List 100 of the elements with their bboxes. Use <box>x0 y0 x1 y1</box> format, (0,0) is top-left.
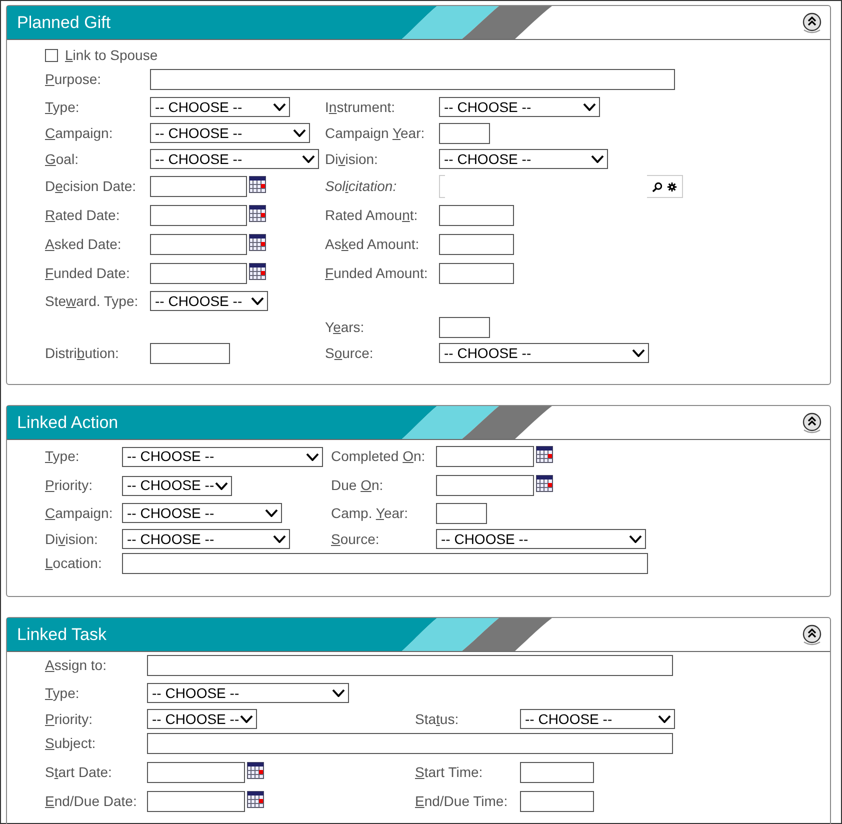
field-label: Steward. Type: <box>45 292 138 308</box>
field-label: Subject: <box>45 735 96 752</box>
caret-icon[interactable] <box>240 715 253 723</box>
text-field[interactable] <box>150 69 675 90</box>
field-label: Source: <box>331 530 380 546</box>
field-label: Years: <box>325 318 364 334</box>
dropdown[interactable]: -- CHOOSE -- <box>122 529 290 549</box>
field-label: End/Due Time: <box>415 793 508 809</box>
text-field[interactable] <box>520 762 594 783</box>
dropdown[interactable]: -- CHOOSE -- <box>150 97 290 117</box>
field-label: Priority: <box>45 477 92 493</box>
field-label: Solicitation: <box>325 178 397 194</box>
field-label: Camp. Year: <box>331 504 408 520</box>
date-field[interactable] <box>150 263 247 284</box>
dropdown[interactable]: -- CHOOSE -- <box>520 709 675 729</box>
field-label: Source: <box>325 344 374 360</box>
collapse-button[interactable] <box>802 12 822 34</box>
dropdown[interactable]: -- CHOOSE -- <box>150 149 319 169</box>
field-label: End/Due Date: <box>45 793 137 809</box>
field-label: Assign to: <box>45 657 106 674</box>
date-field[interactable] <box>147 791 245 812</box>
field-label: Campaign Year: <box>325 124 425 140</box>
dropdown[interactable]: -- CHOOSE -- <box>122 476 232 496</box>
caret-icon[interactable] <box>629 535 642 543</box>
collapse-button[interactable] <box>802 624 822 646</box>
calendar-icon[interactable] <box>536 446 553 463</box>
dropdown[interactable]: -- CHOOSE -- <box>147 709 257 729</box>
dropdown[interactable]: -- CHOOSE -- <box>436 529 646 549</box>
field-label: Rated Amount: <box>325 207 418 223</box>
dropdown[interactable]: -- CHOOSE -- <box>439 97 600 117</box>
field-label: Type: <box>45 98 80 114</box>
field-label: Funded Amount: <box>325 265 428 281</box>
caret-icon[interactable] <box>591 155 604 163</box>
caret-icon[interactable] <box>265 509 278 517</box>
field-label: Campaign: <box>45 124 113 140</box>
caret-icon[interactable] <box>583 103 596 111</box>
panel-title: Planned Gift <box>17 12 111 34</box>
text-field[interactable] <box>150 342 230 364</box>
field-label: Due On: <box>331 477 384 493</box>
lookup-field[interactable] <box>439 175 683 198</box>
dropdown[interactable]: -- CHOOSE -- <box>150 291 268 311</box>
text-field[interactable] <box>122 553 648 574</box>
date-field[interactable] <box>436 475 534 496</box>
calendar-icon[interactable] <box>536 475 553 492</box>
text-field[interactable] <box>439 316 490 338</box>
search-icon[interactable] <box>652 182 662 192</box>
checkbox[interactable] <box>45 48 58 62</box>
field-label: Start Date: <box>45 764 112 780</box>
field-label: Asked Date: <box>45 236 122 252</box>
caret-icon[interactable] <box>332 689 345 697</box>
text-field[interactable] <box>439 263 514 284</box>
dropdown[interactable]: -- CHOOSE -- <box>147 683 349 703</box>
caret-icon[interactable] <box>273 103 286 111</box>
field-label: Purpose: <box>45 71 102 88</box>
field-label: Division: <box>45 530 98 546</box>
date-field[interactable] <box>150 176 247 197</box>
calendar-icon[interactable] <box>247 791 264 808</box>
field-label: Campaign: <box>45 504 113 520</box>
text-field[interactable] <box>436 502 487 524</box>
text-field[interactable] <box>147 733 673 754</box>
field-label: Priority: <box>45 710 92 726</box>
dropdown[interactable]: -- CHOOSE -- <box>439 149 608 169</box>
field-label: Status: <box>415 710 459 726</box>
calendar-icon[interactable] <box>247 762 264 779</box>
calendar-icon[interactable] <box>249 234 266 251</box>
field-label: Type: <box>45 448 80 464</box>
calendar-icon[interactable] <box>249 205 266 222</box>
caret-icon[interactable] <box>306 452 319 460</box>
field-label: Start Time: <box>415 764 483 780</box>
text-field[interactable] <box>439 122 490 144</box>
caret-icon[interactable] <box>251 297 264 305</box>
field-label: Decision Date: <box>45 178 136 194</box>
field-label: Link to Spouse <box>65 46 158 65</box>
dropdown[interactable]: -- CHOOSE -- <box>439 343 649 363</box>
text-field[interactable] <box>439 205 514 226</box>
calendar-icon[interactable] <box>249 176 266 193</box>
collapse-button[interactable] <box>802 412 822 434</box>
text-field[interactable] <box>147 655 673 676</box>
text-field[interactable] <box>439 234 514 255</box>
field-label: Type: <box>45 684 80 700</box>
caret-icon[interactable] <box>658 715 671 723</box>
caret-icon[interactable] <box>632 349 645 357</box>
date-field[interactable] <box>150 205 247 226</box>
field-label: Asked Amount: <box>325 236 420 252</box>
date-field[interactable] <box>436 446 534 467</box>
date-field[interactable] <box>150 234 247 255</box>
field-label: Funded Date: <box>45 265 130 281</box>
date-field[interactable] <box>147 762 245 783</box>
caret-icon[interactable] <box>273 535 286 543</box>
caret-icon[interactable] <box>215 482 228 490</box>
dropdown[interactable]: -- CHOOSE -- <box>150 123 310 143</box>
gear-icon[interactable] <box>667 182 677 192</box>
caret-icon[interactable] <box>302 155 315 163</box>
field-label: Completed On: <box>331 448 426 464</box>
dropdown[interactable]: -- CHOOSE -- <box>122 446 323 466</box>
caret-icon[interactable] <box>293 129 306 137</box>
text-field[interactable] <box>520 791 594 812</box>
calendar-icon[interactable] <box>249 263 266 280</box>
panel-title: Linked Task <box>17 624 106 646</box>
dropdown[interactable]: -- CHOOSE -- <box>122 503 282 523</box>
